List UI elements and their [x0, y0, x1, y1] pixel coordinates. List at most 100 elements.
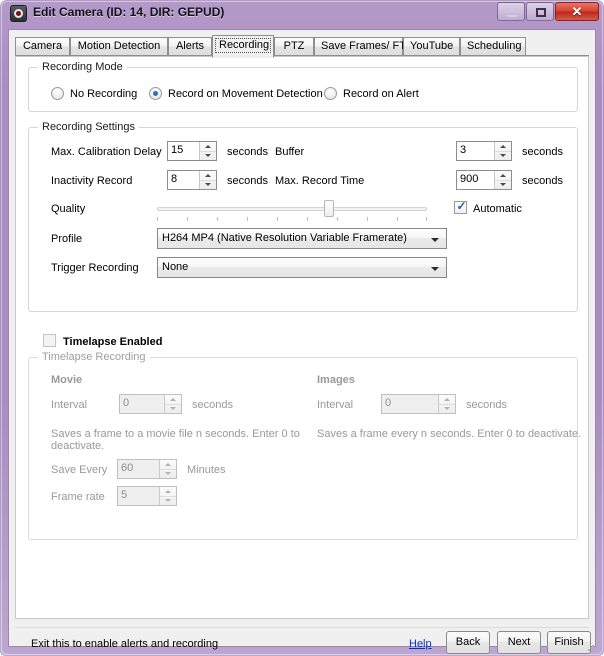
chevron-down-icon [431, 238, 439, 242]
timelapse-images-interval-label: Interval [317, 399, 353, 411]
inactivity-record-unit: seconds [227, 175, 268, 187]
timelapse-movie-heading: Movie [51, 374, 82, 386]
timelapse-save-every-value: 60 [121, 462, 133, 474]
next-button[interactable]: Next [497, 631, 541, 654]
max-calibration-delay-unit: seconds [227, 146, 268, 158]
radio-record-on-alert-label: Record on Alert [343, 88, 419, 100]
resize-grip[interactable] [588, 641, 600, 653]
inactivity-record-input[interactable]: 8 [167, 170, 217, 190]
timelapse-save-every-stepper[interactable] [159, 460, 176, 478]
stepper-down[interactable] [495, 180, 511, 189]
tab-page-panel: Recording Mode No Recording Record on Mo… [15, 56, 589, 619]
recording-mode-group-title: Recording Mode [38, 61, 127, 73]
profile-label: Profile [51, 233, 82, 245]
tab-alerts[interactable]: Alerts [168, 37, 212, 56]
close-button[interactable]: ✕ [555, 2, 599, 21]
timelapse-movie-interval-stepper[interactable] [164, 395, 181, 413]
automatic-label: Automatic [473, 203, 522, 215]
tab-camera[interactable]: Camera [15, 37, 70, 56]
quality-slider-track[interactable] [157, 207, 427, 211]
tab-label: YouTube [410, 40, 453, 52]
buffer-stepper[interactable] [494, 142, 511, 160]
automatic-checkbox[interactable]: ✓ [454, 201, 467, 214]
radio-selected-dot [153, 91, 158, 96]
radio-no-recording-label: No Recording [70, 88, 137, 100]
stepper-down[interactable] [200, 151, 216, 160]
tab-label: Alerts [176, 40, 204, 52]
tab-youtube[interactable]: YouTube [403, 37, 460, 56]
chevron-down-icon [431, 267, 439, 271]
tab-focus-outline [215, 38, 271, 53]
quality-label: Quality [51, 203, 85, 215]
timelapse-images-interval-value: 0 [385, 397, 391, 409]
footer-status-text: Exit this to enable alerts and recording [31, 638, 218, 650]
tab-recording[interactable]: Recording [212, 35, 274, 58]
stepper-down[interactable] [439, 404, 455, 413]
trigger-recording-combobox[interactable]: None [157, 257, 447, 278]
timelapse-frame-rate-label: Frame rate [51, 491, 105, 503]
minimize-button[interactable] [497, 2, 525, 21]
tab-label: PTZ [284, 40, 305, 52]
timelapse-movie-interval-input[interactable]: 0 [119, 394, 182, 414]
buffer-value: 3 [460, 144, 466, 156]
timelapse-enabled-checkbox[interactable] [43, 334, 56, 347]
timelapse-movie-hint-line2: deactivate. [51, 440, 104, 452]
buffer-unit: seconds [522, 146, 563, 158]
finish-button[interactable]: Finish [547, 631, 591, 654]
maximize-icon [536, 8, 546, 17]
tab-scheduling[interactable]: Scheduling [460, 37, 526, 56]
buffer-input[interactable]: 3 [456, 141, 512, 161]
tab-motion-detection[interactable]: Motion Detection [70, 37, 168, 56]
radio-record-on-movement-detection[interactable] [149, 87, 162, 100]
timelapse-frame-rate-stepper[interactable] [159, 487, 176, 505]
tab-label: Camera [23, 40, 62, 52]
maximize-button[interactable] [526, 2, 554, 21]
profile-value: H264 MP4 (Native Resolution Variable Fra… [162, 232, 407, 244]
radio-record-on-alert[interactable] [324, 87, 337, 100]
recording-mode-group: Recording Mode No Recording Record on Mo… [28, 67, 578, 112]
trigger-recording-label: Trigger Recording [51, 262, 139, 274]
radio-record-on-movement-detection-label: Record on Movement Detection [168, 88, 323, 100]
max-record-time-label: Max. Record Time [275, 175, 364, 187]
timelapse-images-heading: Images [317, 374, 355, 386]
quality-slider-thumb[interactable] [324, 200, 334, 217]
stepper-down[interactable] [160, 469, 176, 478]
recording-settings-group-title: Recording Settings [38, 121, 139, 133]
max-calibration-delay-label: Max. Calibration Delay [51, 146, 162, 158]
stepper-down[interactable] [160, 496, 176, 505]
inactivity-record-stepper[interactable] [199, 171, 216, 189]
max-record-time-stepper[interactable] [494, 171, 511, 189]
tab-label: Motion Detection [78, 40, 161, 52]
trigger-recording-value: None [162, 261, 188, 273]
help-link[interactable]: Help [409, 638, 432, 650]
timelapse-images-interval-stepper[interactable] [438, 395, 455, 413]
tab-label: Scheduling [467, 40, 521, 52]
max-calibration-delay-value: 15 [171, 144, 183, 156]
tab-save-frames-ftp[interactable]: Save Frames/ FTP [314, 37, 403, 56]
tab-ptz[interactable]: PTZ [274, 37, 314, 56]
back-button[interactable]: Back [446, 631, 490, 654]
dialog-client-area: Camera Motion Detection Alerts Recording… [8, 29, 596, 647]
profile-combobox[interactable]: H264 MP4 (Native Resolution Variable Fra… [157, 228, 447, 249]
title-bar[interactable]: Edit Camera (ID: 14, DIR: GEPUD) ✕ [0, 0, 604, 28]
timelapse-save-every-input[interactable]: 60 [117, 459, 177, 479]
radio-no-recording[interactable] [51, 87, 64, 100]
quality-slider-ticks [157, 217, 427, 222]
timelapse-movie-interval-unit: seconds [192, 399, 233, 411]
timelapse-enabled-label: Timelapse Enabled [63, 336, 162, 348]
timelapse-recording-group: Timelapse Recording Movie Interval 0 sec… [28, 357, 578, 540]
timelapse-movie-interval-label: Interval [51, 399, 87, 411]
inactivity-record-value: 8 [171, 173, 177, 185]
check-icon: ✓ [456, 199, 467, 213]
stepper-down[interactable] [495, 151, 511, 160]
max-record-time-input[interactable]: 900 [456, 170, 512, 190]
recording-settings-group: Recording Settings Max. Calibration Dela… [28, 127, 578, 312]
tab-label: Save Frames/ FTP [321, 40, 413, 52]
max-calibration-delay-stepper[interactable] [199, 142, 216, 160]
stepper-down[interactable] [200, 180, 216, 189]
close-icon: ✕ [556, 3, 598, 20]
timelapse-images-interval-input[interactable]: 0 [381, 394, 456, 414]
max-calibration-delay-input[interactable]: 15 [167, 141, 217, 161]
timelapse-frame-rate-input[interactable]: 5 [117, 486, 177, 506]
stepper-down[interactable] [165, 404, 181, 413]
